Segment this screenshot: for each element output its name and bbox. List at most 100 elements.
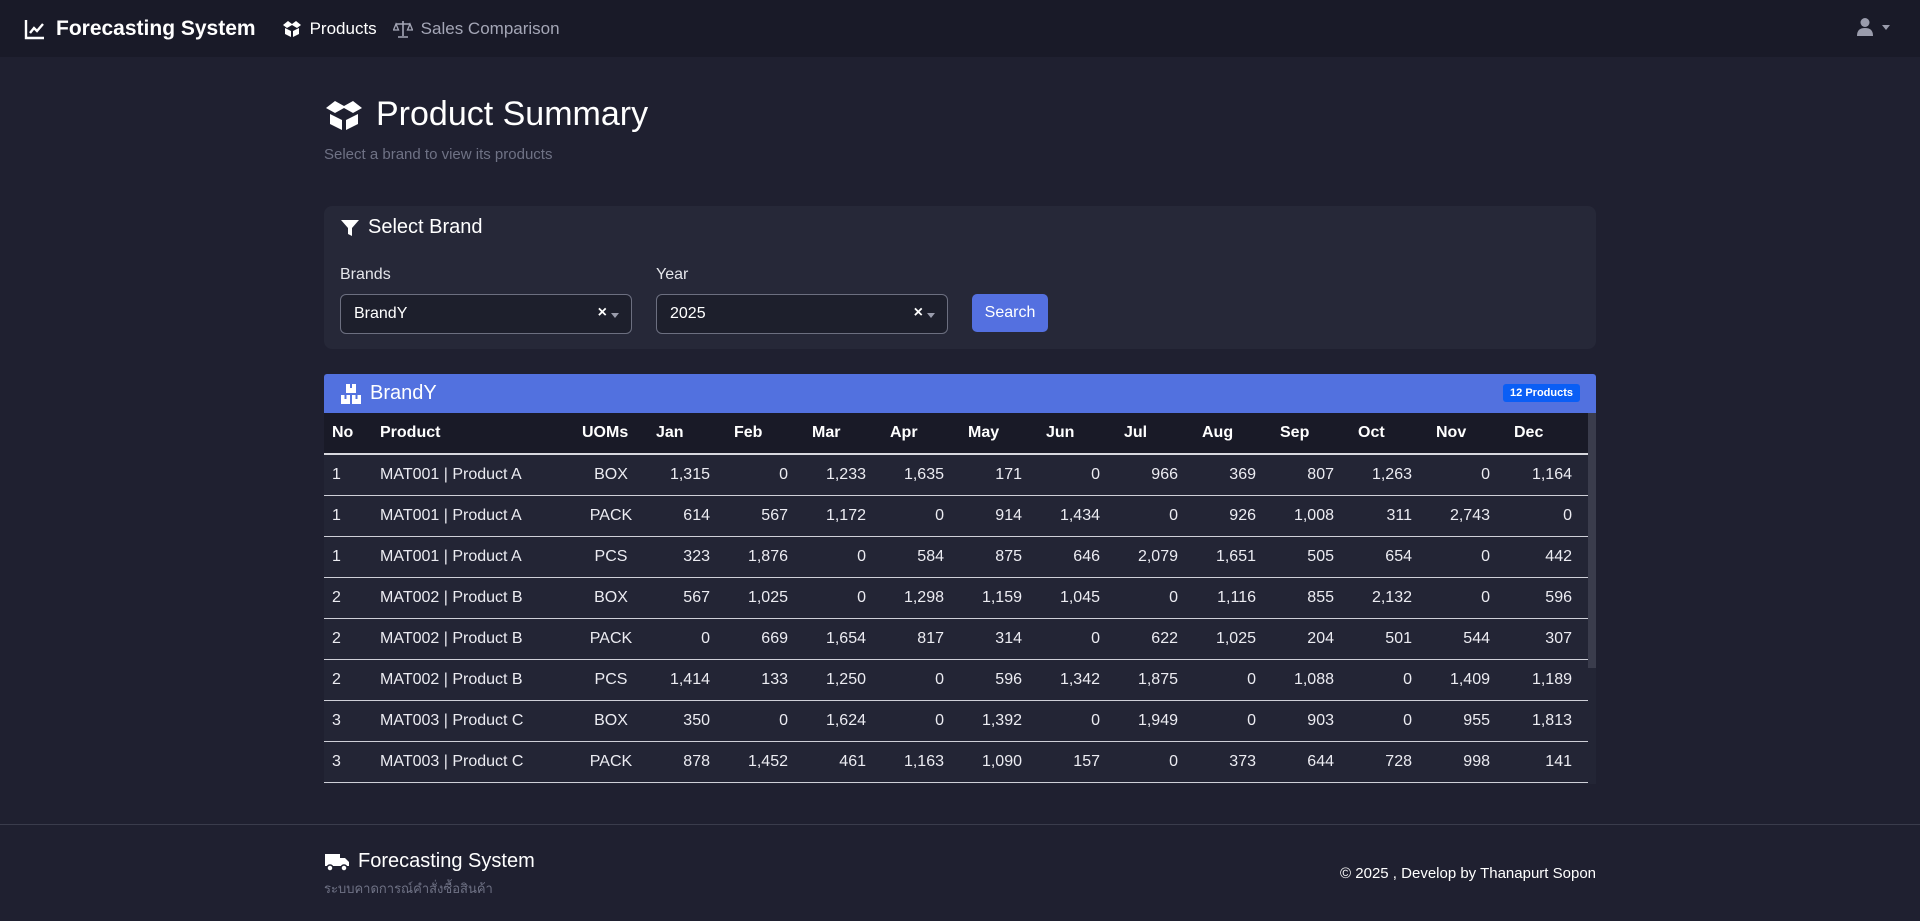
table-cell-feb: 1,876 (726, 536, 804, 578)
nav-link-products[interactable]: Products (282, 19, 377, 39)
table-cell-no: 3 (324, 741, 372, 783)
product-table-card: BrandY 12 Products No Product UOMs Jan Feb Ma… (324, 374, 1596, 784)
column-header-uoms: UOMs (574, 413, 648, 455)
brand-select[interactable]: BrandY × (340, 294, 632, 334)
table-cell-nov: 998 (1428, 741, 1506, 783)
table-cell-jul: 0 (1116, 577, 1194, 619)
table-cell-oct: 311 (1350, 495, 1428, 537)
year-select-value: 2025 (670, 305, 706, 322)
table-cell-no: 2 (324, 577, 372, 619)
table-cell-dec: 1,813 (1506, 700, 1588, 742)
table-cell-product: MAT003 | Product C (372, 700, 574, 742)
table-cell-product: MAT002 | Product B (372, 577, 574, 619)
table-cell-jun: 1,434 (1038, 495, 1116, 537)
page-title-label: Product Summary (376, 95, 649, 133)
table-cell-jan: 567 (648, 577, 726, 619)
table-cell-jun: 0 (1038, 700, 1116, 742)
table-row: 3 MAT003 | Product C BOX 350 0 1,624 0 1,392 0 1,… (324, 700, 1588, 742)
search-button[interactable]: Search (972, 294, 1048, 332)
footer-copyright: © 2025 , Develop by Thanapurt Sopon (1340, 865, 1596, 882)
table-cell-aug: 0 (1194, 659, 1272, 701)
table-cell-jan: 1,414 (648, 659, 726, 701)
table-cell-may: 914 (960, 495, 1038, 537)
box-open-icon (282, 20, 301, 37)
table-cell-dec: 442 (1506, 536, 1588, 578)
footer-brand-label: Forecasting System (358, 850, 535, 872)
column-header-feb: Feb (726, 413, 804, 455)
table-cell-apr: 1,635 (882, 454, 960, 496)
table-cell-may: 1,392 (960, 700, 1038, 742)
table-cell-mar: 461 (804, 741, 882, 783)
footer-divider (0, 824, 1920, 825)
line-chart-icon (24, 19, 44, 39)
table-cell-uoms: PCS (574, 659, 648, 701)
brands-label: Brands (340, 266, 391, 283)
clear-year-icon[interactable]: × (914, 304, 923, 322)
table-cell-uoms: BOX (574, 700, 648, 742)
table-cell-nov: 0 (1428, 536, 1506, 578)
column-header-mar: Mar (804, 413, 882, 455)
table-row: 2 MAT002 | Product B PCS 1,414 133 1,250 0 596 1… (324, 659, 1588, 701)
table-scroll-area[interactable]: No Product UOMs Jan Feb Mar Apr May Jun Jul Aug Sep… (324, 413, 1596, 784)
table-cell-feb: 1,452 (726, 741, 804, 783)
product-table: No Product UOMs Jan Feb Mar Apr May Jun Jul Aug Sep… (324, 413, 1588, 783)
table-cell-may: 314 (960, 618, 1038, 660)
user-menu[interactable] (1856, 17, 1890, 37)
chevron-down-icon[interactable] (927, 313, 935, 318)
nav-link-sales-comparison[interactable]: Sales Comparison (392, 19, 560, 39)
table-cell-aug: 926 (1194, 495, 1272, 537)
table-cell-dec: 1,189 (1506, 659, 1588, 701)
year-select[interactable]: 2025 × (656, 294, 948, 334)
column-header-nov: Nov (1428, 413, 1506, 455)
product-count-badge: 12 Products (1503, 384, 1580, 402)
table-cell-jan: 614 (648, 495, 726, 537)
table-cell-jan: 0 (648, 618, 726, 660)
table-cell-uoms: BOX (574, 454, 648, 496)
table-cell-no: 1 (324, 495, 372, 537)
brand-filter-card: Select Brand Brands BrandY × Year 2025 ×… (324, 206, 1596, 349)
clear-brand-icon[interactable]: × (598, 304, 607, 322)
table-cell-aug: 1,116 (1194, 577, 1272, 619)
table-cell-jun: 0 (1038, 454, 1116, 496)
table-row: 3 MAT003 | Product C PACK 878 1,452 461 1,163 1… (324, 741, 1588, 783)
table-scrollbar[interactable] (1588, 413, 1596, 668)
table-row: 2 MAT002 | Product B BOX 567 1,025 0 1,298 1,15… (324, 577, 1588, 619)
table-cell-dec: 1,164 (1506, 454, 1588, 496)
table-cell-sep: 1,088 (1272, 659, 1350, 701)
table-cell-feb: 567 (726, 495, 804, 537)
table-header-row: No Product UOMs Jan Feb Mar Apr May Jun Jul Aug Sep… (324, 413, 1588, 455)
table-cell-jun: 1,045 (1038, 577, 1116, 619)
table-cell-oct: 1,263 (1350, 454, 1428, 496)
table-cell-aug: 373 (1194, 741, 1272, 783)
column-header-product: Product (372, 413, 574, 455)
column-header-no: No (324, 413, 372, 455)
table-cell-mar: 1,172 (804, 495, 882, 537)
table-cell-jul: 1,949 (1116, 700, 1194, 742)
table-cell-jun: 646 (1038, 536, 1116, 578)
table-cell-mar: 1,233 (804, 454, 882, 496)
table-cell-oct: 0 (1350, 700, 1428, 742)
year-label: Year (656, 266, 689, 283)
table-cell-mar: 0 (804, 536, 882, 578)
table-cell-jul: 0 (1116, 495, 1194, 537)
table-cell-may: 1,159 (960, 577, 1038, 619)
table-cell-nov: 1,409 (1428, 659, 1506, 701)
navbar-brand[interactable]: Forecasting System (24, 17, 256, 41)
table-row: 1 MAT001 | Product A PACK 614 567 1,172 0 914 1,… (324, 495, 1588, 537)
table-cell-product: MAT002 | Product B (372, 618, 574, 660)
table-cell-jul: 966 (1116, 454, 1194, 496)
table-cell-may: 171 (960, 454, 1038, 496)
table-cell-dec: 307 (1506, 618, 1588, 660)
table-cell-sep: 204 (1272, 618, 1350, 660)
footer-subtitle: ระบบคาดการณ์คำสั่งซื้อสินค้า (324, 881, 493, 896)
table-cell-jul: 0 (1116, 741, 1194, 783)
table-cell-uoms: BOX (574, 577, 648, 619)
navbar-brand-label: Forecasting System (56, 16, 256, 40)
table-cell-feb: 133 (726, 659, 804, 701)
table-cell-aug: 1,025 (1194, 618, 1272, 660)
table-row: 1 MAT001 | Product A PCS 323 1,876 0 584 875 646… (324, 536, 1588, 578)
table-cell-aug: 1,651 (1194, 536, 1272, 578)
filter-title: Select Brand (340, 216, 483, 239)
column-header-sep: Sep (1272, 413, 1350, 455)
chevron-down-icon[interactable] (611, 313, 619, 318)
